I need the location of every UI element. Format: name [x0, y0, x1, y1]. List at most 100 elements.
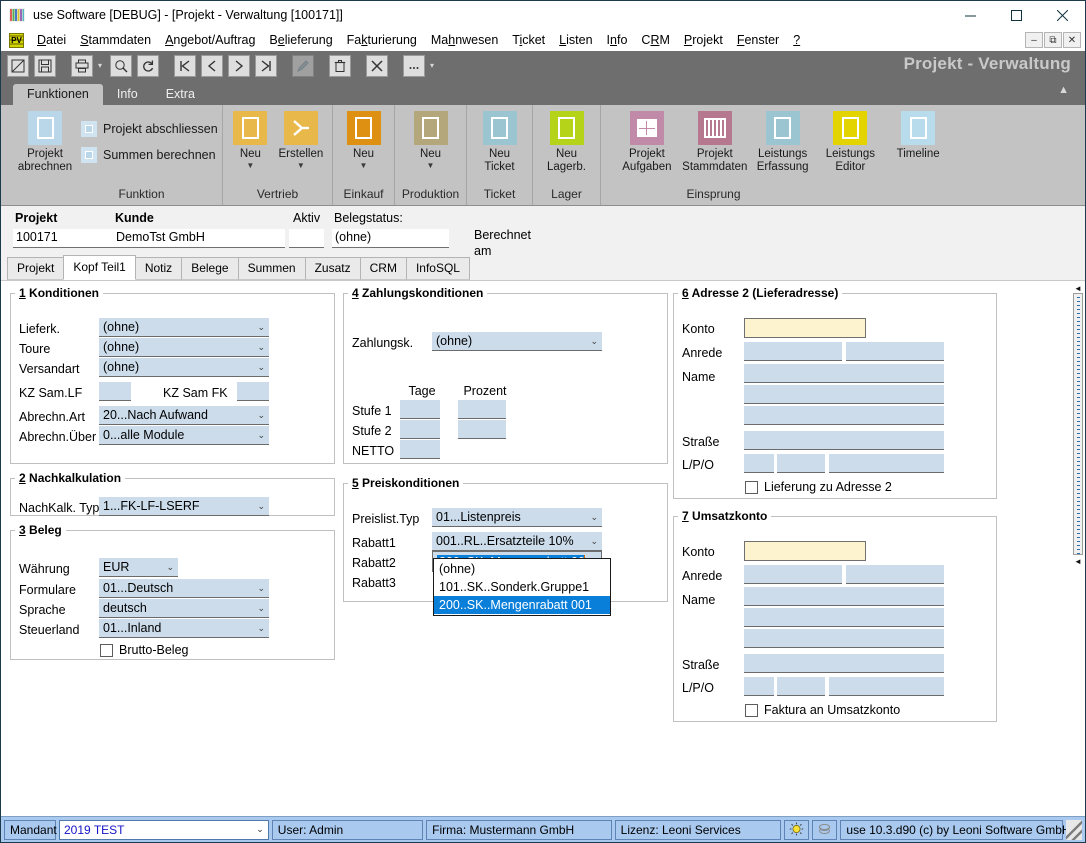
rabatt2-dropdown-list[interactable]: (ohne) 101..SK..Sonderk.Gruppe1 200..SK.… — [433, 558, 611, 616]
umsatzkonto-konto-field[interactable] — [744, 541, 866, 561]
versandart-combo[interactable]: (ohne) ⌄ — [99, 358, 269, 377]
bulb-icon[interactable] — [784, 820, 809, 840]
chevron-down-icon[interactable]: ▼ — [427, 162, 435, 170]
adresse2-lpo-field-2[interactable] — [777, 454, 825, 473]
doctab-zusatz[interactable]: Zusatz — [305, 257, 361, 280]
umsatzkonto-name-field-2[interactable] — [744, 608, 944, 627]
adresse2-anrede-field-1[interactable] — [744, 342, 842, 361]
ribbon-button-neu-lagerbewegung[interactable]: Neu Lagerb. — [539, 111, 595, 174]
doctab-belege[interactable]: Belege — [181, 257, 238, 280]
dropdown-option-selected[interactable]: 200..SK..Mengenrabatt 001 — [434, 596, 610, 614]
more-dropdown-icon[interactable]: ▾ — [427, 55, 437, 77]
umsatzkonto-name-field-3[interactable] — [744, 629, 944, 648]
projekt-field[interactable]: 100171 — [13, 229, 113, 248]
lieferung-zu-adresse2-checkbox[interactable]: Lieferung zu Adresse 2 — [745, 480, 892, 494]
tab-info[interactable]: Info — [103, 84, 152, 105]
cancel-icon[interactable] — [366, 55, 388, 77]
ribbon-button-projekt-aufgaben[interactable]: Projekt Aufgaben — [613, 111, 681, 174]
umsatzkonto-anrede-field-1[interactable] — [744, 565, 842, 584]
ribbon-check-summen-berechnen[interactable]: Summen berechnen — [81, 147, 218, 163]
ribbon-button-leistungs-erfassung[interactable]: Leistungs Erfassung — [749, 111, 817, 174]
mdi-close-button[interactable]: ✕ — [1063, 32, 1081, 48]
formulare-combo[interactable]: 01...Deutsch ⌄ — [99, 579, 269, 598]
waehrung-combo[interactable]: EUR ⌄ — [99, 558, 178, 577]
adresse2-lpo-field-3[interactable] — [829, 454, 944, 473]
sprache-combo[interactable]: deutsch ⌄ — [99, 599, 269, 618]
status-mandant-combo[interactable]: 2019 TEST ⌄ — [59, 820, 269, 840]
menu-item-crm[interactable]: CRM — [634, 31, 676, 49]
splitter-collapse-down-icon[interactable]: ◄ — [1073, 557, 1083, 566]
adresse2-lpo-field-1[interactable] — [744, 454, 774, 473]
zahlungsk-combo[interactable]: (ohne) ⌄ — [432, 332, 602, 351]
faktura-an-umsatzkonto-checkbox[interactable]: Faktura an Umsatzkonto — [745, 703, 900, 717]
ribbon-button-projekt-stammdaten[interactable]: Projekt Stammdaten — [681, 111, 749, 174]
print-dropdown-icon[interactable]: ▾ — [95, 55, 105, 77]
menu-item-mahnwesen[interactable]: Mahnwesen — [424, 31, 505, 49]
menu-item-listen[interactable]: Listen — [552, 31, 599, 49]
window-minimize-button[interactable] — [947, 1, 993, 29]
kz-sam-lf-field[interactable] — [99, 382, 131, 401]
umsatzkonto-lpo-field-3[interactable] — [829, 677, 944, 696]
adresse2-anrede-field-2[interactable] — [846, 342, 944, 361]
doctab-projekt[interactable]: Projekt — [7, 257, 64, 280]
ribbon-button-neu-ticket[interactable]: Neu Ticket — [473, 111, 527, 174]
menu-item-info[interactable]: Info — [600, 31, 635, 49]
abrechn-art-combo[interactable]: 20...Nach Aufwand ⌄ — [99, 406, 269, 425]
print-icon[interactable] — [71, 55, 93, 77]
brutto-beleg-checkbox[interactable]: Brutto-Beleg — [100, 643, 188, 657]
more-icon[interactable] — [403, 55, 425, 77]
umsatzkonto-strasse-field[interactable] — [744, 654, 944, 673]
ribbon-button-leistungs-editor[interactable]: Leistungs Editor — [817, 111, 885, 174]
search-icon[interactable] — [110, 55, 132, 77]
aktiv-field[interactable] — [289, 229, 324, 248]
edit-toggle-icon[interactable] — [7, 55, 29, 77]
adresse2-strasse-field[interactable] — [744, 431, 944, 450]
chevron-down-icon[interactable]: ▼ — [246, 162, 254, 170]
tab-extra[interactable]: Extra — [152, 84, 209, 105]
refresh-icon[interactable] — [137, 55, 159, 77]
previous-record-icon[interactable] — [201, 55, 223, 77]
stufe1-tage-field[interactable] — [400, 400, 440, 419]
mdi-minimize-button[interactable]: – — [1025, 32, 1043, 48]
delete-icon[interactable] — [329, 55, 351, 77]
window-close-button[interactable] — [1039, 1, 1085, 29]
menu-item-fakturierung[interactable]: Fakturierung — [340, 31, 424, 49]
umsatzkonto-lpo-field-1[interactable] — [744, 677, 774, 696]
save-icon[interactable] — [34, 55, 56, 77]
doctab-crm[interactable]: CRM — [360, 257, 407, 280]
mdi-app-icon[interactable] — [9, 33, 24, 48]
doctab-summen[interactable]: Summen — [238, 257, 306, 280]
ribbon-button-neu-vertrieb[interactable]: Neu ▼ — [227, 111, 274, 170]
ribbon-button-neu-einkauf[interactable]: Neu ▼ — [338, 111, 390, 170]
kz-sam-fk-field[interactable] — [237, 382, 269, 401]
nachkalk-typ-combo[interactable]: 1...FK-LF-LSERF ⌄ — [99, 497, 269, 516]
umsatzkonto-name-field-1[interactable] — [744, 587, 944, 606]
stufe2-tage-field[interactable] — [400, 420, 440, 439]
doctab-infosql[interactable]: InfoSQL — [406, 257, 470, 280]
belegstatus-field[interactable]: (ohne) — [332, 229, 449, 248]
umsatzkonto-anrede-field-2[interactable] — [846, 565, 944, 584]
menu-item-datei[interactable]: Datei — [30, 31, 73, 49]
adresse2-name-field-3[interactable] — [744, 406, 944, 425]
toure-combo[interactable]: (ohne) ⌄ — [99, 338, 269, 357]
last-record-icon[interactable] — [255, 55, 277, 77]
doctab-kopf-teil1[interactable]: Kopf Teil1 — [63, 255, 135, 280]
menu-item-stammdaten[interactable]: Stammdaten — [73, 31, 158, 49]
ribbon-button-neu-produktion[interactable]: Neu ▼ — [403, 111, 459, 170]
adresse2-name-field-2[interactable] — [744, 385, 944, 404]
first-record-icon[interactable] — [174, 55, 196, 77]
chevron-down-icon[interactable]: ▼ — [297, 162, 305, 170]
netto-tage-field[interactable] — [400, 440, 440, 459]
splitter-collapse-up-icon[interactable]: ◄ — [1073, 284, 1083, 293]
menu-item-help[interactable]: ? — [786, 31, 807, 49]
steuerland-combo[interactable]: 01...Inland ⌄ — [99, 619, 269, 638]
menu-item-ticket[interactable]: Ticket — [505, 31, 552, 49]
ribbon-button-erstellen[interactable]: Erstellen ▼ — [274, 111, 328, 170]
rabatt1-combo[interactable]: 001..RL..Ersatzteile 10% ⌄ — [432, 532, 602, 551]
dropdown-option[interactable]: 101..SK..Sonderk.Gruppe1 — [434, 578, 610, 596]
adresse2-name-field-1[interactable] — [744, 364, 944, 383]
chevron-down-icon[interactable]: ▼ — [360, 162, 368, 170]
window-maximize-button[interactable] — [993, 1, 1039, 29]
splitter-grip[interactable] — [1073, 293, 1083, 555]
menu-item-fenster[interactable]: Fenster — [730, 31, 786, 49]
